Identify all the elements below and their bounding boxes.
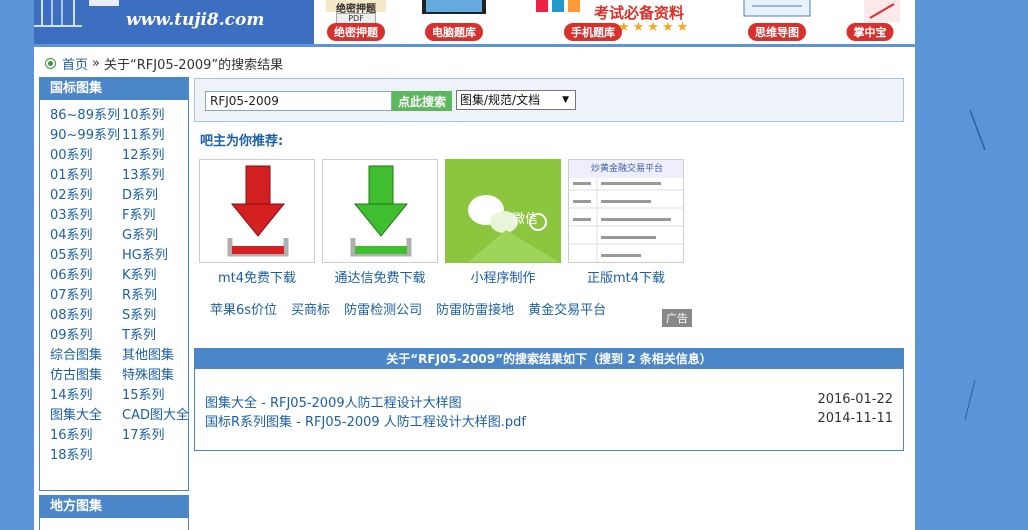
search-results: 关于“RFJ05-2009”的搜索结果如下（搜到 2 条相关信息） 图集大全 -… [194, 348, 904, 451]
sidebar-category-link[interactable]: G系列 [122, 226, 190, 246]
green-download-arrow-icon [322, 159, 438, 263]
rating-stars-icon: ★★★★★ [618, 20, 692, 35]
search-bar: 点此搜索 图集/规范/文档 ▼ [194, 78, 904, 122]
ad-tag: 广告 [662, 309, 692, 327]
keyword-links: 苹果6s价位 买商标 防雷检测公司 防雷防雷接地 黄金交易平台 [210, 299, 606, 318]
recommend-card-caption[interactable]: mt4免费下载 [199, 267, 315, 286]
result-date: 2014-11-11 [817, 411, 893, 426]
main-content: 首页 » 关于“RFJ05-2009”的搜索结果 国标图集 86~89系列 10系… [34, 47, 915, 530]
search-scope-select[interactable]: 图集/规范/文档 ▼ [456, 90, 576, 110]
sidebar-title: 国标图集 [40, 78, 188, 100]
sidebar-category-link[interactable]: 15系列 [122, 386, 190, 406]
result-link[interactable]: 图集大全 - RFJ05-2009人防工程设计大样图 [205, 392, 462, 411]
sidebar-category-link[interactable]: 10系列 [122, 106, 190, 126]
sidebar-category-link[interactable]: 86~89系列 [50, 106, 122, 126]
site-url: www.tuji8.com [126, 10, 265, 30]
sidebar-category-link[interactable]: 90~99系列 [50, 126, 122, 146]
breadcrumb-home-link[interactable]: 首页 [62, 54, 88, 73]
sidebar-category-link[interactable]: 00系列 [50, 146, 122, 166]
sidebar-category-link[interactable]: HG系列 [122, 246, 190, 266]
result-date: 2016-01-22 [817, 392, 893, 407]
sidebar-category-link[interactable]: 06系列 [50, 266, 122, 286]
sidebar-category-link[interactable]: 05系列 [50, 246, 122, 266]
recommend-card[interactable]: 微信 小程序制作 [445, 159, 561, 286]
red-download-arrow-icon [199, 159, 315, 263]
sidebar-category-link[interactable]: 其他图集 [122, 346, 190, 366]
banner-ad-pc[interactable]: 电脑题库 [414, 0, 494, 44]
sidebar-category-link[interactable]: 仿古图集 [50, 366, 122, 386]
wechat-label: 微信 [512, 212, 539, 227]
keyword-link[interactable]: 防雷防雷接地 [436, 299, 514, 318]
ad-label: 思维导图 [748, 23, 806, 41]
sidebar-category-link[interactable]: 09系列 [50, 326, 122, 346]
result-row: 国标R系列图集 - RFJ05-2009 人防工程设计大样图.pdf 2014-… [205, 411, 893, 430]
site-logo[interactable] [34, 0, 124, 36]
keyword-link[interactable]: 买商标 [291, 299, 330, 318]
banner-ad-mobile[interactable]: 考试必备资料 ★★★★★ 手机题库 [532, 0, 722, 44]
breadcrumb-separator: » [92, 56, 100, 71]
keyword-link[interactable]: 防雷检测公司 [344, 299, 422, 318]
sidebar-category-link[interactable]: R系列 [122, 286, 190, 306]
sidebar-category-link[interactable]: 18系列 [50, 446, 122, 466]
banner-ad-mindmap[interactable]: 思维导图 [732, 0, 822, 44]
sidebar-category-link[interactable]: 02系列 [50, 186, 122, 206]
sidebar-category-link[interactable]: F系列 [122, 206, 190, 226]
sidebar-national-standards: 国标图集 86~89系列 10系列 90~99系列 11系列 00系列 12系列 01系列 1… [39, 77, 189, 491]
sidebar-category-link[interactable]: 07系列 [50, 286, 122, 306]
keyword-link[interactable]: 苹果6s价位 [210, 299, 277, 318]
sidebar-category-link[interactable]: 01系列 [50, 166, 122, 186]
chevron-down-icon: ▼ [562, 95, 569, 105]
search-button[interactable]: 点此搜索 [392, 91, 452, 111]
sidebar-category-link[interactable]: T系列 [122, 326, 190, 346]
search-input[interactable] [205, 91, 392, 111]
recommend-card[interactable]: 炒黄金融交易平台 正版mt4下载 [568, 159, 684, 286]
result-row: 图集大全 - RFJ05-2009人防工程设计大样图 2016-01-22 [205, 392, 893, 411]
wechat-miniprogram-icon: 微信 [445, 159, 561, 263]
sidebar-title: 地方图集 [40, 496, 188, 518]
sidebar-category-link[interactable]: 13系列 [122, 166, 190, 186]
result-link[interactable]: 国标R系列图集 - RFJ05-2009 人防工程设计大样图.pdf [205, 411, 526, 430]
banner-ad-pocket[interactable]: 掌中宝 [830, 0, 910, 44]
ad-label: 手机题库 [564, 23, 622, 41]
sidebar-category-link[interactable]: 14系列 [50, 386, 122, 406]
sidebar-category-link[interactable]: 综合图集 [50, 346, 122, 366]
banner-ads: 绝密押题 PDF 绝密押题 电脑题库 考试必备资料 ★★★★★ 手机题库 思维导… [314, 0, 915, 44]
sidebar-category-link[interactable]: 03系列 [50, 206, 122, 226]
sidebar-category-link[interactable]: D系列 [122, 186, 190, 206]
trading-platform-screenshot: 炒黄金融交易平台 [568, 159, 684, 263]
recommend-card-caption[interactable]: 小程序制作 [445, 267, 561, 286]
sidebar-category-link[interactable]: CAD图大全 [122, 406, 190, 426]
results-header: 关于“RFJ05-2009”的搜索结果如下（搜到 2 条相关信息） [195, 349, 903, 369]
recommend-card-caption[interactable]: 通达信免费下载 [322, 267, 438, 286]
recommend-card[interactable]: mt4免费下载 [199, 159, 315, 286]
ad-label: 绝密押题 [327, 23, 385, 41]
bullet-icon [46, 59, 55, 68]
background-decoration [964, 109, 986, 421]
site-header: www.tuji8.com 绝密押题 PDF 绝密押题 电脑题库 考试必备资料 … [34, 0, 915, 44]
sidebar-category-link[interactable]: 12系列 [122, 146, 190, 166]
ad-label: 电脑题库 [425, 23, 483, 41]
sidebar-category-link[interactable]: 04系列 [50, 226, 122, 246]
keyword-link[interactable]: 黄金交易平台 [528, 299, 606, 318]
sidebar-category-link[interactable]: K系列 [122, 266, 190, 286]
search-scope-value: 图集/规范/文档 [460, 93, 541, 107]
banner-ad-exam[interactable]: 绝密押题 PDF 绝密押题 [320, 0, 392, 44]
recommend-card[interactable]: 通达信免费下载 [322, 159, 438, 286]
breadcrumb-current: 关于“RFJ05-2009”的搜索结果 [103, 58, 284, 73]
sidebar-category-link[interactable]: S系列 [122, 306, 190, 326]
recommend-card-caption[interactable]: 正版mt4下载 [568, 267, 684, 286]
ad-top-text: 绝密押题 [326, 0, 386, 15]
sidebar-local-standards: 地方图集 [39, 495, 189, 530]
sidebar-category-link[interactable]: 17系列 [122, 426, 190, 446]
sidebar-category-link[interactable]: 11系列 [122, 126, 190, 146]
sidebar-category-list: 86~89系列 10系列 90~99系列 11系列 00系列 12系列 01系列 13系列 02… [40, 100, 190, 468]
breadcrumb: 首页 » 关于“RFJ05-2009”的搜索结果 [46, 54, 283, 73]
sidebar-category-link[interactable]: 08系列 [50, 306, 122, 326]
recommend-heading: 吧主为你推荐: [200, 134, 284, 149]
ad-label: 掌中宝 [846, 23, 894, 41]
sidebar-category-link[interactable]: 图集大全 [50, 406, 122, 426]
sidebar-category-link[interactable]: 16系列 [50, 426, 122, 446]
sidebar-category-link[interactable]: 特殊图集 [122, 366, 190, 386]
